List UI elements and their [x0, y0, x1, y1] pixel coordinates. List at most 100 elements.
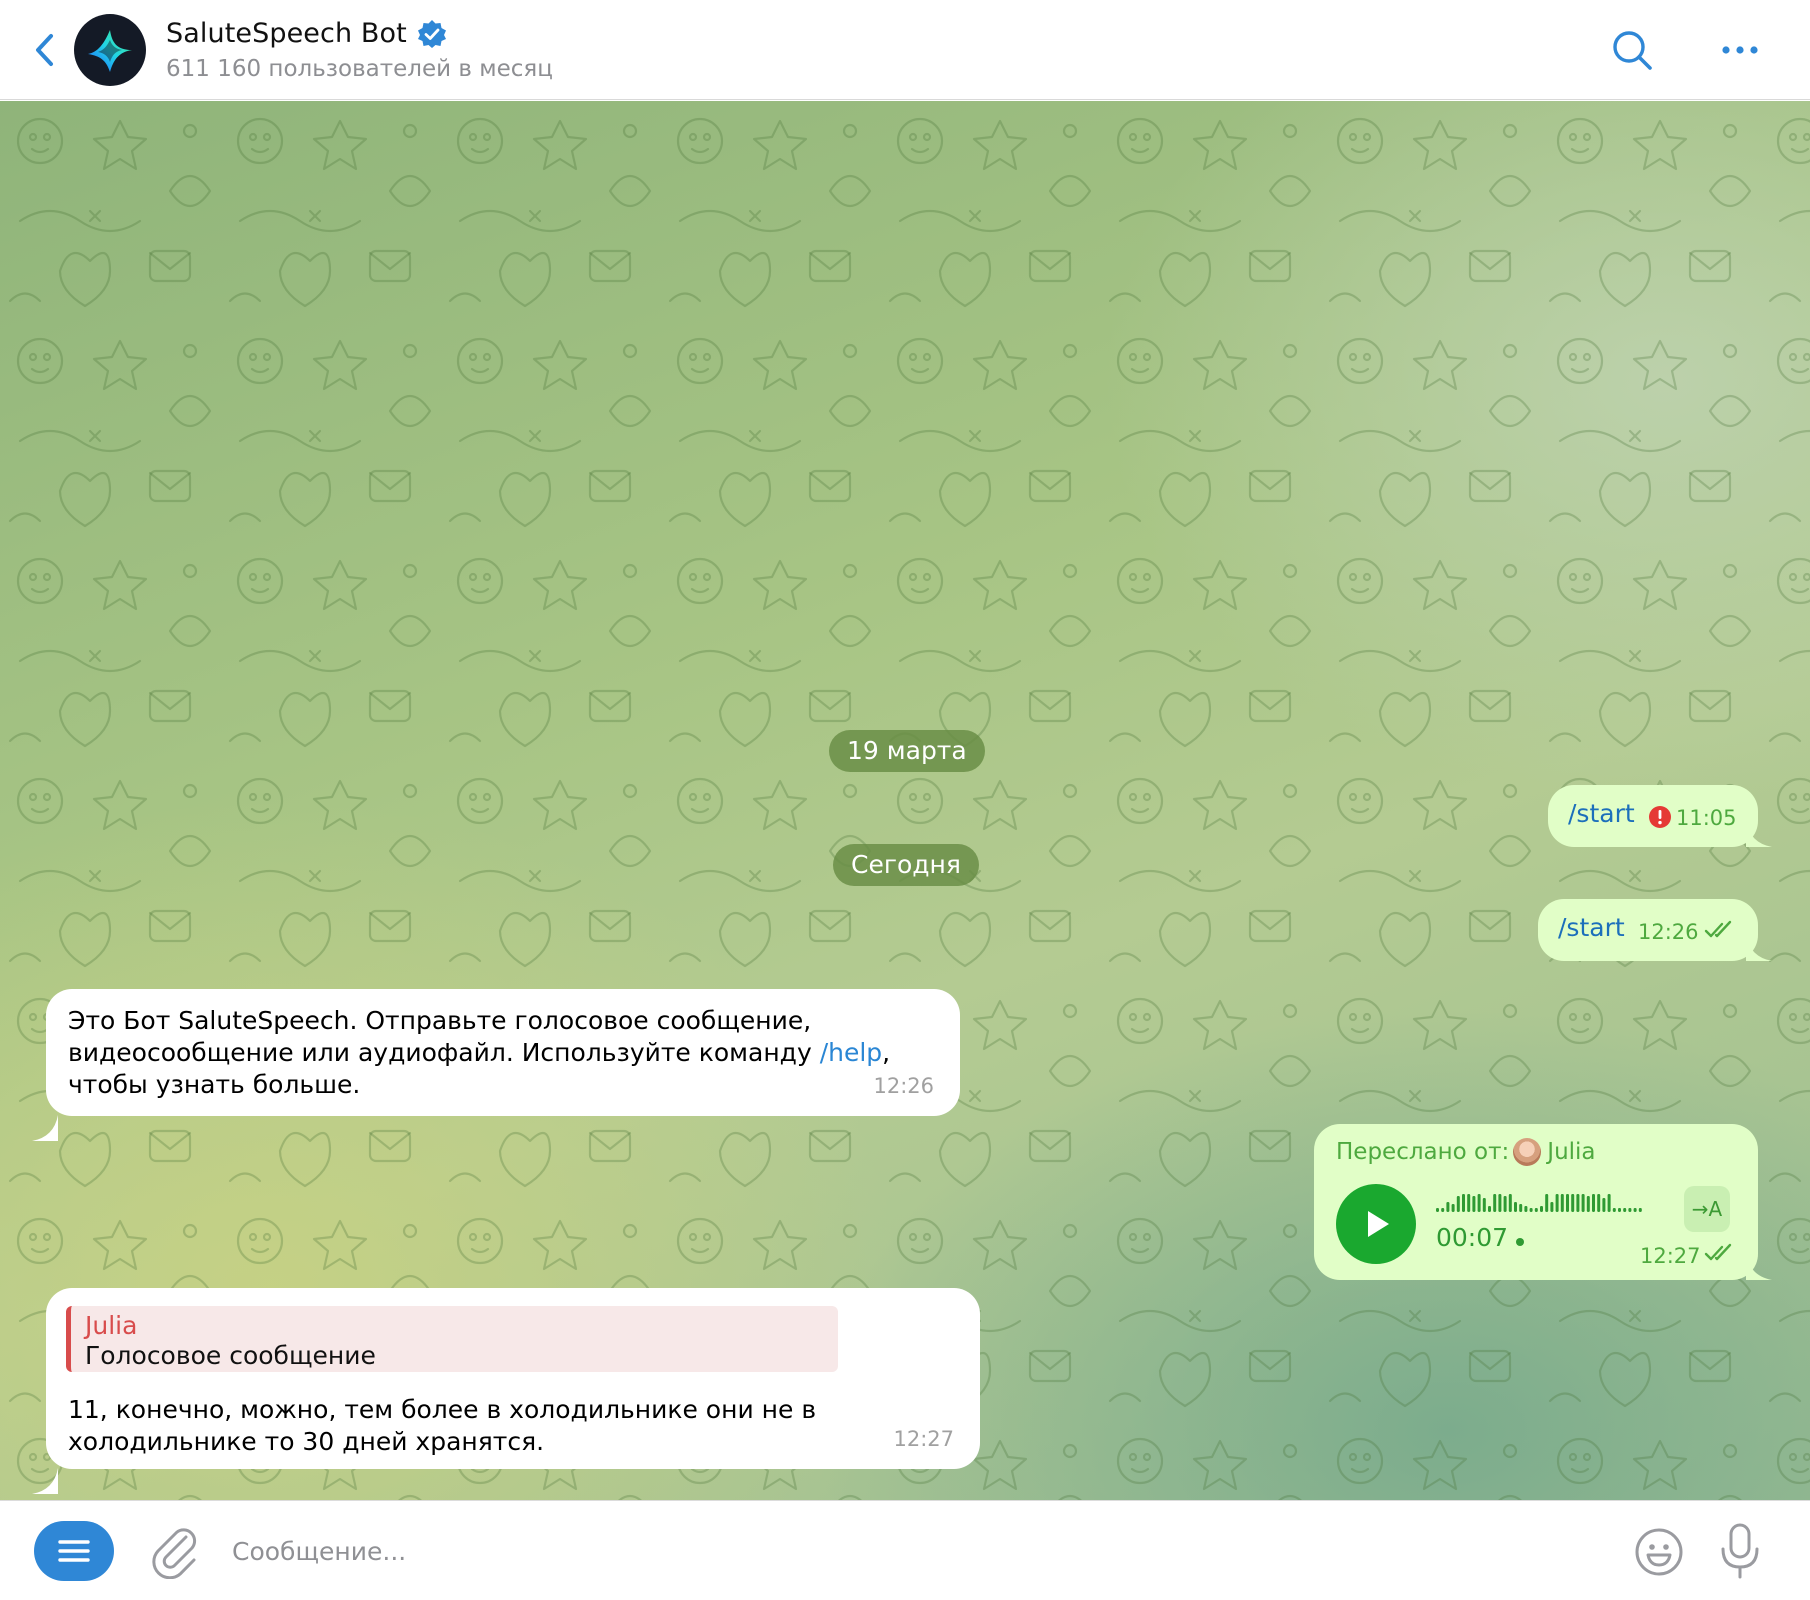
reply-quote[interactable]: Julia Голосовое сообщение [66, 1306, 838, 1372]
message-time: 12:27 [893, 1427, 954, 1451]
bubble-tail [1746, 821, 1772, 847]
help-command-link[interactable]: /help [820, 1038, 882, 1067]
play-icon [1368, 1211, 1389, 1237]
waveform-bar [1566, 1194, 1569, 1212]
waveform-bar [1555, 1194, 1559, 1212]
waveform-bar [1498, 1194, 1502, 1212]
back-button[interactable] [24, 22, 64, 78]
date-chip-march-19: 19 марта [829, 730, 985, 772]
message-text-part: Это Бот SaluteSpeech. Отправьте голосово… [68, 1006, 820, 1067]
message-text: Это Бот SaluteSpeech. Отправьте голосово… [68, 1005, 948, 1101]
message-time: 11:05 [1676, 806, 1737, 830]
waveform-bar [1441, 1208, 1445, 1212]
error-icon[interactable] [1648, 805, 1672, 829]
waveform-bar [1503, 1196, 1507, 1212]
waveform-bar [1456, 1196, 1460, 1212]
waveform-bar [1462, 1194, 1465, 1212]
waveform-bar [1477, 1194, 1481, 1212]
waveform-bar [1623, 1208, 1627, 1212]
reply-preview-text: Голосовое сообщение [85, 1341, 376, 1370]
date-chip-today: Сегодня [833, 844, 979, 886]
waveform-bar [1534, 1208, 1538, 1212]
outgoing-voice-message[interactable]: Переслано от: Julia 00:07 →A 12:27 [1314, 1124, 1758, 1280]
paperclip-icon [152, 1528, 197, 1580]
microphone-button[interactable] [1718, 1521, 1762, 1581]
unplayed-dot [1516, 1238, 1524, 1246]
waveform-bar [1597, 1194, 1601, 1212]
chat-header: SaluteSpeech Bot 611 160 пользователей в… [0, 0, 1810, 100]
waveform-bar [1529, 1208, 1533, 1212]
emoji-icon [1635, 1528, 1683, 1576]
waveform-bar [1576, 1194, 1580, 1212]
outgoing-message-start[interactable]: /start 12:26 [1538, 899, 1758, 961]
message-text: 11, конечно, можно, тем более в холодиль… [68, 1395, 817, 1456]
search-button[interactable] [1608, 26, 1658, 76]
waveform-bar [1581, 1194, 1585, 1212]
waveform-bar [1524, 1206, 1528, 1212]
forwarded-from-name[interactable]: Julia [1547, 1136, 1595, 1168]
play-button[interactable] [1336, 1184, 1416, 1264]
waveform-bar [1602, 1198, 1606, 1212]
waveform-bar [1519, 1204, 1523, 1212]
waveform-bar [1545, 1194, 1549, 1212]
chat-area[interactable]: 19 марта /start 11:05 Сегодня /start 12:… [0, 101, 1810, 1500]
waveform-bar [1482, 1198, 1486, 1212]
message-input[interactable] [232, 1525, 1592, 1577]
waveform-bar [1550, 1202, 1554, 1212]
emoji-button[interactable] [1632, 1525, 1686, 1579]
waveform-bar [1633, 1208, 1637, 1212]
waveform-bar [1508, 1194, 1512, 1212]
waveform-bar [1540, 1206, 1543, 1212]
menu-icon [58, 1540, 90, 1562]
bubble-tail [1746, 935, 1772, 961]
title-row: SaluteSpeech Bot [166, 18, 447, 49]
read-checkmarks-icon [1704, 1243, 1732, 1261]
transcribe-button[interactable]: →A [1684, 1186, 1730, 1232]
command-link-start[interactable]: /start [1568, 798, 1635, 830]
forwarded-header: Переслано от: Julia [1336, 1136, 1596, 1168]
message-time: 12:26 [1638, 920, 1699, 944]
waveform-bar [1493, 1194, 1497, 1212]
waveform-bar [1628, 1208, 1632, 1212]
waveform-bar [1467, 1194, 1471, 1212]
attach-button[interactable] [148, 1523, 202, 1580]
verified-badge-icon [417, 19, 446, 48]
incoming-message-welcome[interactable]: Это Бот SaluteSpeech. Отправьте голосово… [46, 989, 960, 1116]
waveform-bar [1560, 1194, 1564, 1212]
command-link-start[interactable]: /start [1558, 912, 1625, 944]
bubble-tail [32, 1468, 58, 1494]
waveform-bar [1446, 1202, 1450, 1212]
bubble-tail [1746, 1254, 1772, 1280]
waveform-bar [1618, 1208, 1621, 1212]
bot-menu-button[interactable] [34, 1521, 114, 1581]
more-dots-icon [1722, 46, 1758, 54]
chevron-left-icon [36, 34, 53, 66]
waveform-bar [1514, 1202, 1517, 1212]
waveform-bar [1612, 1208, 1616, 1212]
search-icon [1613, 31, 1652, 70]
voice-waveform[interactable] [1436, 1188, 1666, 1214]
waveform-bar [1451, 1204, 1455, 1212]
voice-duration: 00:07 [1436, 1223, 1509, 1252]
chat-title: SaluteSpeech Bot [166, 18, 407, 49]
chat-subtitle: 611 160 пользователей в месяц [166, 56, 553, 82]
salutespeech-logo-icon [88, 30, 132, 72]
waveform-bar [1472, 1196, 1476, 1212]
waveform-bar [1592, 1194, 1595, 1212]
incoming-message-reply[interactable]: Julia Голосовое сообщение 11, конечно, м… [46, 1288, 980, 1469]
waveform-bar [1488, 1206, 1491, 1212]
message-composer [0, 1500, 1810, 1600]
bot-avatar[interactable] [74, 14, 146, 86]
forwarded-label: Переслано от: [1336, 1139, 1510, 1165]
message-time: 12:26 [873, 1074, 934, 1098]
message-time: 12:27 [1640, 1244, 1701, 1268]
waveform-bar [1436, 1208, 1439, 1212]
microphone-icon [1721, 1523, 1759, 1579]
waveform-bar [1571, 1194, 1575, 1212]
forwarded-avatar[interactable] [1513, 1138, 1542, 1166]
outgoing-message-start-failed[interactable]: /start 11:05 [1548, 785, 1758, 847]
bubble-tail [32, 1115, 58, 1141]
more-button[interactable] [1716, 30, 1766, 70]
waveform-bar [1638, 1208, 1642, 1212]
read-checkmarks-icon [1704, 920, 1732, 938]
